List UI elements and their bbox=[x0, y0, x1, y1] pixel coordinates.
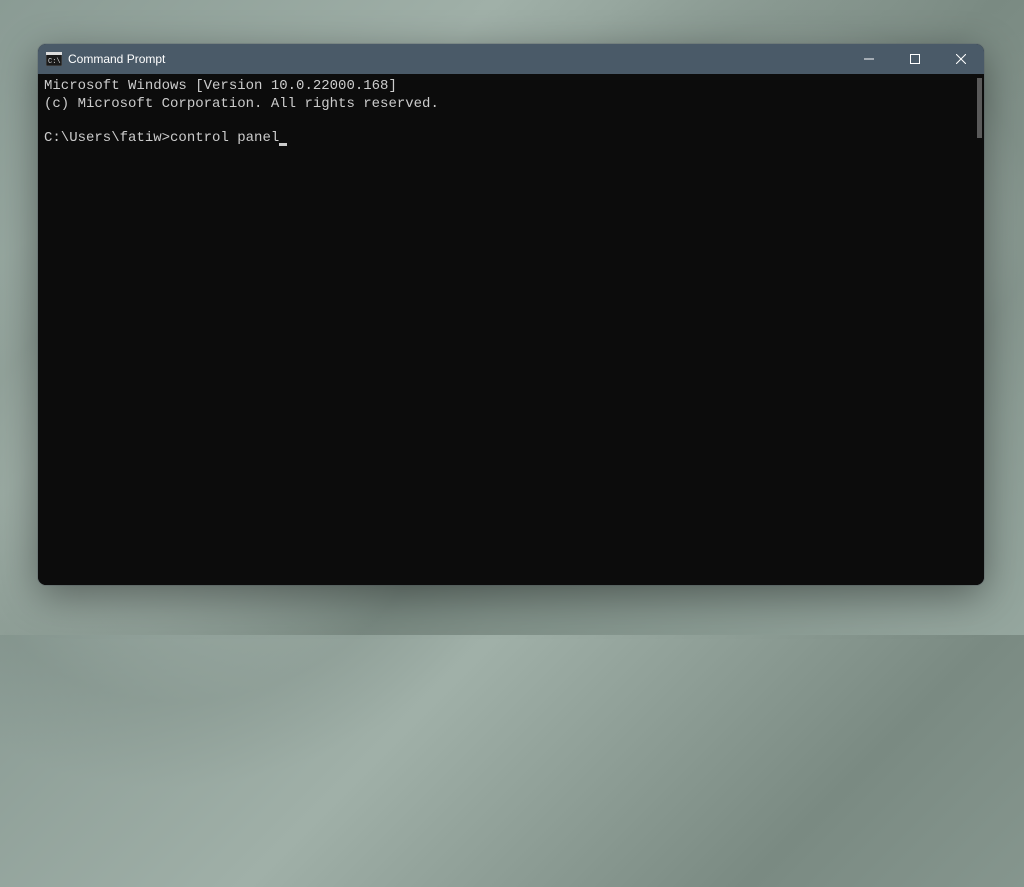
close-button[interactable] bbox=[938, 44, 984, 74]
titlebar[interactable]: C:\ Command Prompt bbox=[38, 44, 984, 74]
terminal-output-line: (c) Microsoft Corporation. All rights re… bbox=[44, 96, 978, 114]
window-title: Command Prompt bbox=[68, 52, 165, 66]
minimize-button[interactable] bbox=[846, 44, 892, 74]
window-controls bbox=[846, 44, 984, 74]
terminal-cursor bbox=[279, 143, 287, 146]
scrollbar-thumb[interactable] bbox=[977, 78, 982, 138]
terminal-command-input[interactable]: control panel bbox=[170, 130, 279, 148]
terminal-output-line: Microsoft Windows [Version 10.0.22000.16… bbox=[44, 78, 978, 96]
terminal-prompt: C:\Users\fatiw> bbox=[44, 130, 170, 148]
command-prompt-window: C:\ Command Prompt Mi bbox=[38, 44, 984, 585]
terminal-content[interactable]: Microsoft Windows [Version 10.0.22000.16… bbox=[38, 74, 984, 585]
terminal-blank-line bbox=[44, 113, 978, 130]
terminal-prompt-line: C:\Users\fatiw>control panel bbox=[44, 130, 978, 148]
svg-text:C:\: C:\ bbox=[48, 58, 61, 66]
maximize-button[interactable] bbox=[892, 44, 938, 74]
app-icon: C:\ bbox=[46, 52, 62, 66]
